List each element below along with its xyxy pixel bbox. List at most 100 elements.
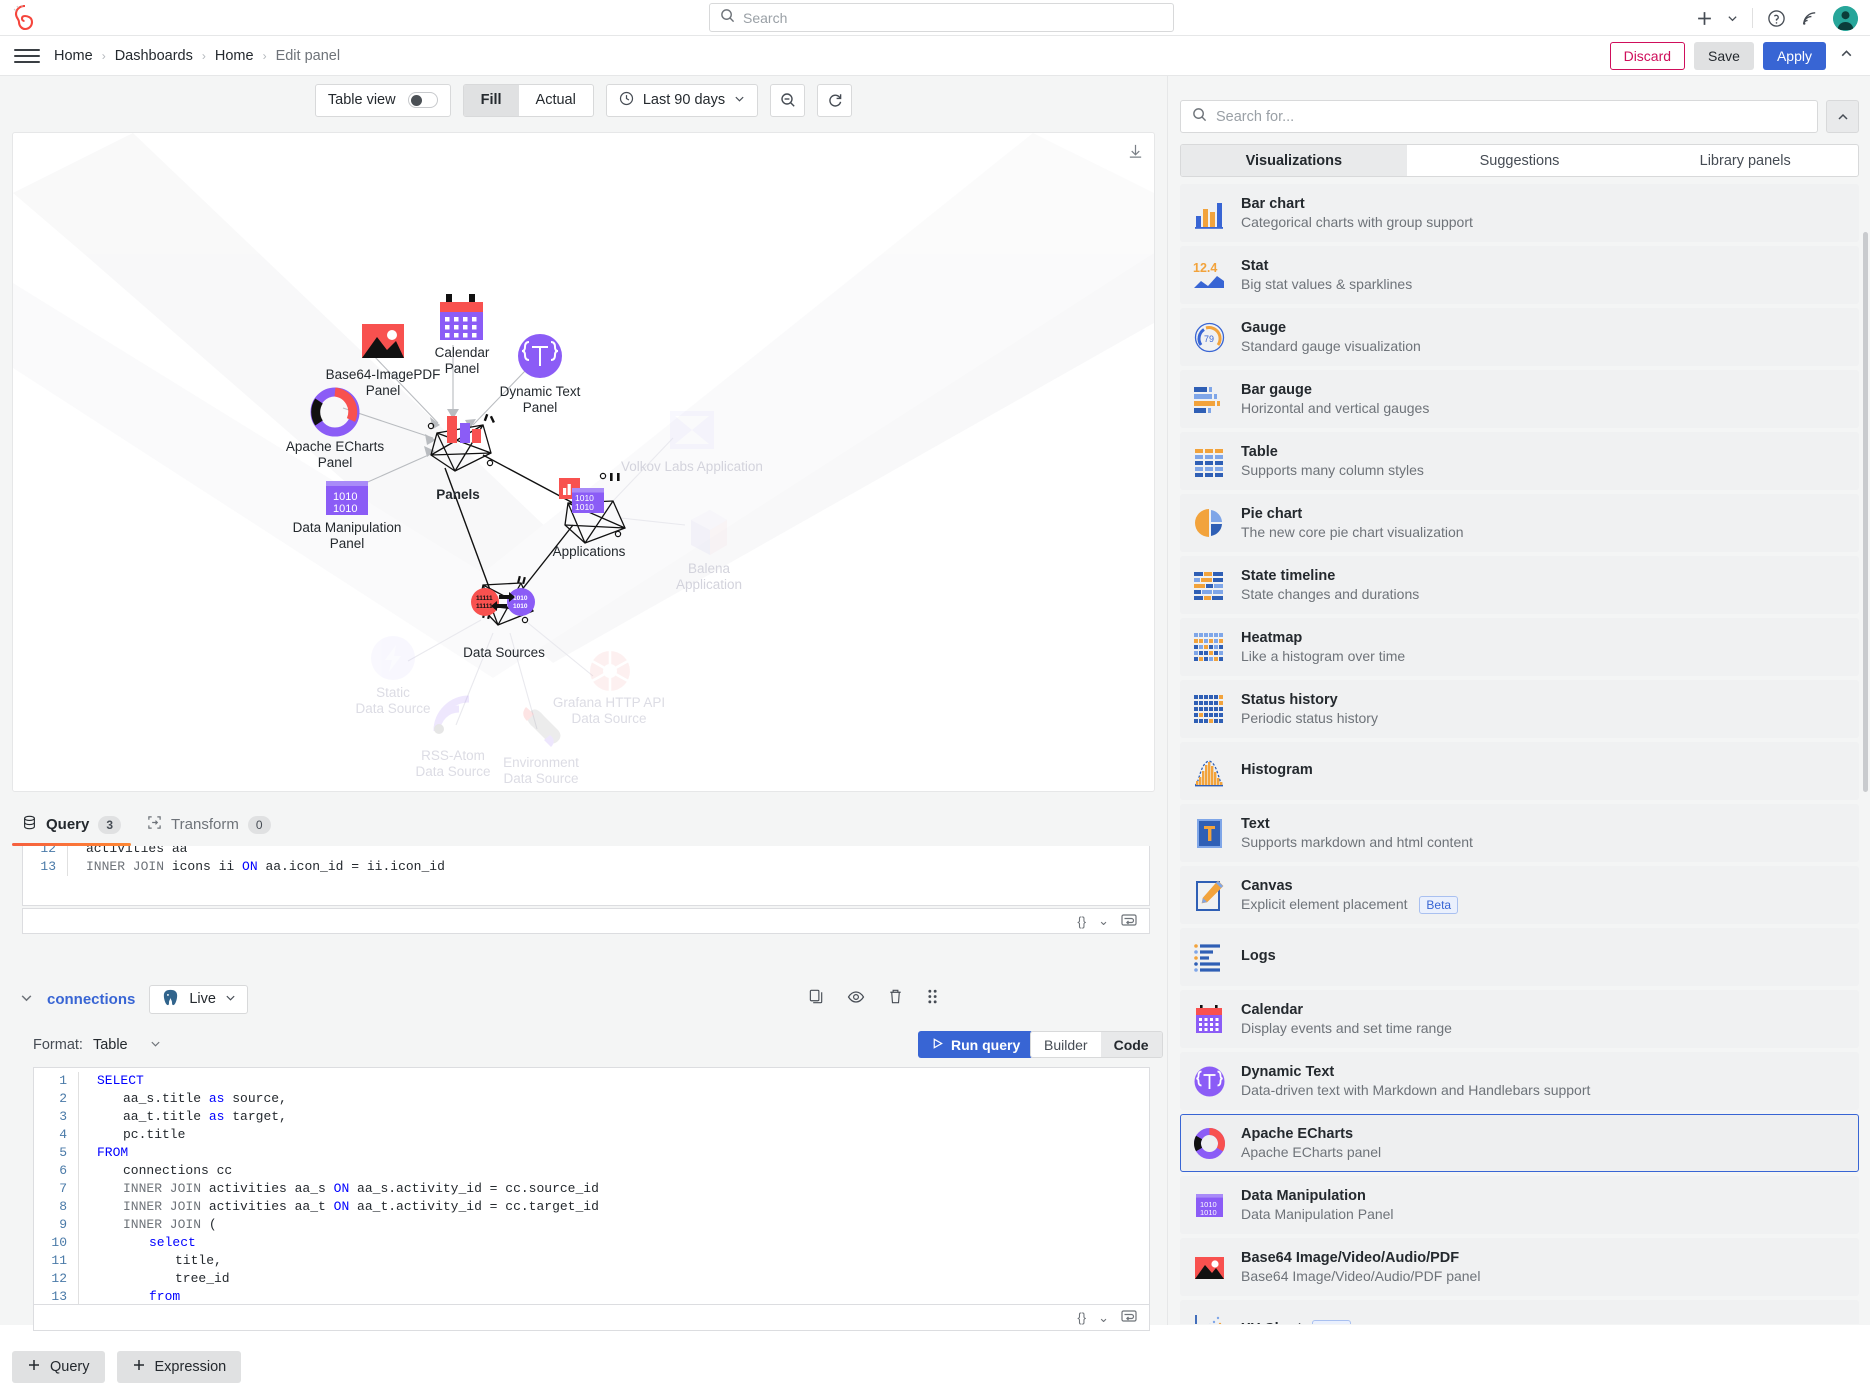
viz-item-title: Text xyxy=(1241,816,1270,832)
viz-item-text[interactable]: Text Supports markdown and html content xyxy=(1180,804,1859,862)
chevron-down-icon[interactable] xyxy=(1727,13,1738,24)
eye-icon[interactable] xyxy=(847,988,865,1011)
word-wrap-icon[interactable] xyxy=(1121,1310,1137,1325)
sql-code-editor[interactable]: 1 SELECT 2 aa_s.title as source, 3 aa_t.tit… xyxy=(33,1067,1150,1305)
panel-visualization-canvas[interactable]: 1010 1010 11111 11111 1010 1010 1010 101… xyxy=(12,132,1155,792)
viz-item-histogram[interactable]: Histogram xyxy=(1180,742,1859,800)
tab-suggestions[interactable]: Suggestions xyxy=(1407,145,1633,176)
tab-transform-label: Transform xyxy=(171,816,239,833)
copy-icon[interactable] xyxy=(808,988,825,1011)
database-icon xyxy=(22,815,37,834)
chevron-up-icon[interactable] xyxy=(1826,100,1859,133)
text-icon xyxy=(1191,815,1228,852)
viz-item-desc: Like a histogram over time xyxy=(1241,648,1406,664)
help-circle-icon[interactable] xyxy=(1767,9,1786,28)
viz-item-table[interactable]: Table Supports many column styles xyxy=(1180,432,1859,490)
viz-item-bar-gauge[interactable]: Bar gauge Horizontal and vertical gauges xyxy=(1180,370,1859,428)
run-query-label: Run query xyxy=(951,1036,1021,1053)
add-expression-button[interactable]: Expression xyxy=(116,1351,242,1383)
datasource-picker[interactable]: Live xyxy=(149,984,248,1014)
viz-item-base64-image[interactable]: Base64 Image/Video/Audio/PDF Base64 Imag… xyxy=(1180,1238,1859,1296)
grafana-logo-icon[interactable] xyxy=(8,1,42,35)
drag-handle-icon[interactable] xyxy=(926,988,939,1011)
viz-item-dynamic-text[interactable]: Dynamic Text Data-driven text with Markd… xyxy=(1180,1052,1859,1110)
breadcrumb-item-home[interactable]: Home xyxy=(54,48,93,64)
calendar-icon xyxy=(1191,1001,1228,1038)
viz-item-canvas[interactable]: Canvas Explicit element placement Beta xyxy=(1180,866,1859,924)
query-row-name[interactable]: connections xyxy=(47,991,135,1008)
tab-library-panels[interactable]: Library panels xyxy=(1632,145,1858,176)
chevron-up-icon[interactable] xyxy=(1835,46,1858,66)
svg-text:1010: 1010 xyxy=(513,595,528,602)
braces-icon[interactable]: {} xyxy=(1077,1310,1086,1325)
time-range-picker[interactable]: Last 90 days xyxy=(605,83,759,117)
fill-option[interactable]: Fill xyxy=(463,84,519,116)
network-graph-svg: 1010 1010 11111 11111 1010 1010 1010 101… xyxy=(13,133,1154,747)
toolbar-divider xyxy=(1752,8,1753,28)
status-history-icon xyxy=(1191,691,1228,728)
trash-icon[interactable] xyxy=(887,988,904,1011)
word-wrap-icon[interactable] xyxy=(1121,913,1137,929)
tab-transform[interactable]: Transform 0 xyxy=(147,803,271,846)
braces-icon[interactable]: {} xyxy=(1077,914,1086,929)
discard-button[interactable]: Discard xyxy=(1609,41,1686,70)
viz-item-heatmap[interactable]: Heatmap Like a histogram over time xyxy=(1180,618,1859,676)
add-query-button[interactable]: Query xyxy=(12,1351,105,1383)
viz-item-desc: Periodic status history xyxy=(1241,710,1378,726)
viz-search-input[interactable]: Search for... xyxy=(1180,100,1818,133)
visualization-picker-pane: Search for... Visualizations Suggestions… xyxy=(1167,76,1870,1325)
code-option[interactable]: Code xyxy=(1100,1032,1162,1057)
pie-chart-icon xyxy=(1191,505,1228,542)
viz-item-calendar[interactable]: Calendar Display events and set time ran… xyxy=(1180,990,1859,1048)
global-search-input[interactable]: Search xyxy=(709,3,1174,32)
panel-edit-actions: Discard Save Apply xyxy=(1609,41,1858,70)
viz-item-pie-chart[interactable]: Pie chart The new core pie chart visuali… xyxy=(1180,494,1859,552)
chevron-down-icon[interactable] xyxy=(20,991,33,1007)
apply-button[interactable]: Apply xyxy=(1762,41,1826,70)
user-avatar[interactable] xyxy=(1833,5,1858,31)
beta-badge: Beta xyxy=(1311,1320,1351,1324)
table-view-toggle[interactable]: Table view xyxy=(314,83,451,117)
viz-item-bar-chart[interactable]: Bar chart Categorical charts with group … xyxy=(1180,184,1859,242)
viz-item-xy-chart[interactable]: XY Chart Beta xyxy=(1180,1300,1859,1324)
viz-item-status-history[interactable]: Status history Periodic status history xyxy=(1180,680,1859,738)
scale-mode-radio-group[interactable]: Fill Actual xyxy=(462,83,594,117)
viz-item-data-manipulation[interactable]: 1010 1010 Data Manipulation Data Manipul… xyxy=(1180,1176,1859,1234)
plus-icon[interactable] xyxy=(1696,10,1713,27)
previous-query-editor[interactable]: 12 activities aa 13 INNER JOIN icons ii … xyxy=(22,846,1150,906)
canvas-icon xyxy=(1191,877,1228,914)
save-button[interactable]: Save xyxy=(1694,41,1754,70)
breadcrumb-item-dashboards[interactable]: Dashboards xyxy=(115,48,193,64)
table-view-switch[interactable] xyxy=(407,92,438,108)
builder-option[interactable]: Builder xyxy=(1031,1032,1101,1057)
zoom-out-icon[interactable] xyxy=(770,83,806,117)
run-query-button[interactable]: Run query xyxy=(918,1031,1034,1058)
rss-icon[interactable] xyxy=(1800,9,1819,28)
tab-visualizations[interactable]: Visualizations xyxy=(1181,145,1407,176)
transform-icon xyxy=(147,815,162,834)
viz-list-scrollbar[interactable] xyxy=(1863,232,1868,792)
svg-text:12.4: 12.4 xyxy=(1193,261,1217,275)
viz-item-title: Heatmap xyxy=(1241,630,1303,646)
breadcrumb-item-home-dashboard[interactable]: Home xyxy=(215,48,254,64)
viz-item-title: Table xyxy=(1241,444,1278,460)
format-select[interactable]: Table xyxy=(93,1037,161,1053)
visualization-list[interactable]: Bar chart Categorical charts with group … xyxy=(1180,184,1859,1324)
refresh-icon[interactable] xyxy=(817,83,853,117)
editor-mode-toggle[interactable]: Builder Code xyxy=(1030,1031,1163,1058)
tab-query[interactable]: Query 3 xyxy=(11,803,132,846)
gauge-icon: 79 xyxy=(1191,319,1228,356)
viz-item-apache-echarts[interactable]: Apache ECharts Apache ECharts panel xyxy=(1180,1114,1859,1172)
actual-option[interactable]: Actual xyxy=(519,85,593,116)
viz-item-logs[interactable]: Logs xyxy=(1180,928,1859,986)
chevron-down-icon[interactable]: ⌄ xyxy=(1098,1310,1109,1326)
hamburger-menu-icon[interactable] xyxy=(14,43,40,69)
viz-item-state-timeline[interactable]: State timeline State changes and duratio… xyxy=(1180,556,1859,614)
viz-item-stat[interactable]: 12.4 Stat Big stat values & sparklines xyxy=(1180,246,1859,304)
viz-item-title: Base64 Image/Video/Audio/PDF xyxy=(1241,1250,1460,1266)
viz-item-gauge[interactable]: 79 Gauge Standard gauge visualization xyxy=(1180,308,1859,366)
code-text: INNER JOIN icons ii ON aa.icon_id = ii.i… xyxy=(86,859,445,874)
svg-text:11111: 11111 xyxy=(476,603,493,610)
download-icon[interactable] xyxy=(1127,143,1144,165)
chevron-down-icon[interactable]: ⌄ xyxy=(1098,913,1109,929)
